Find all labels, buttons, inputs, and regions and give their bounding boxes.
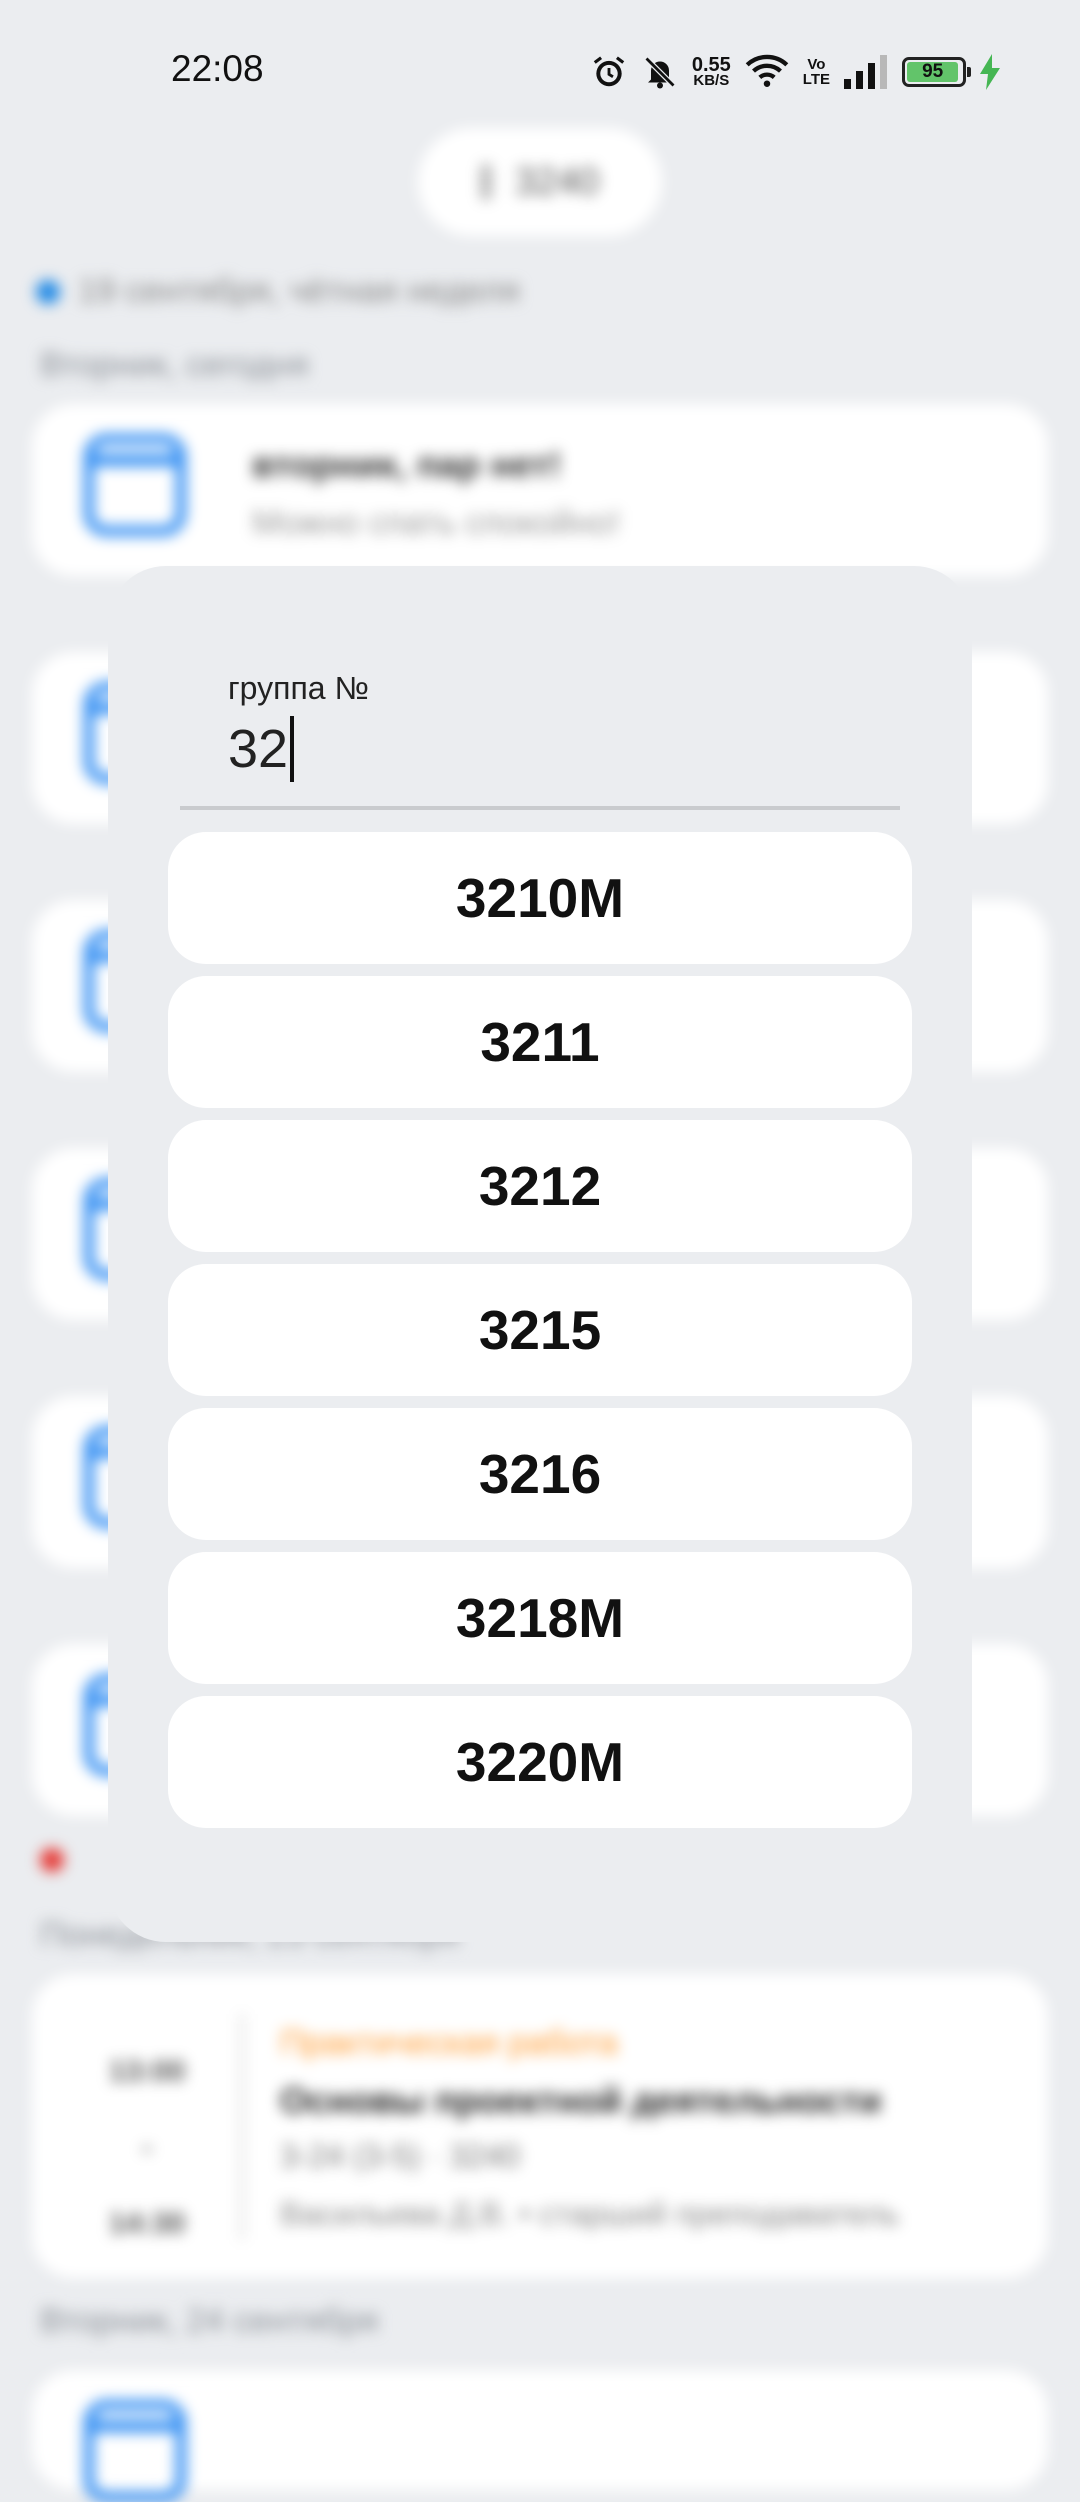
- lesson-type: Практическая работа: [280, 2024, 618, 2062]
- week-dot-icon: [36, 279, 60, 304]
- week-indicator: 19 сентября, чётная неделя: [36, 272, 520, 311]
- charging-icon: [980, 54, 1000, 90]
- mute-icon: [642, 53, 678, 91]
- battery-level: 95: [907, 61, 959, 82]
- volte-icon: Vo LTE: [802, 56, 830, 88]
- group-search-input[interactable]: 32: [228, 714, 295, 784]
- lesson-name: Основы проектной деятельности: [280, 2080, 882, 2121]
- day-label: Вторник, сегодня: [40, 346, 309, 384]
- input-underline: [180, 806, 900, 810]
- lesson-time: 13:00 - 14:30: [108, 2055, 186, 2240]
- lesson-room: 3-24 (3-5) · 3240: [280, 2138, 521, 2174]
- divider: [240, 2014, 244, 2240]
- group-option[interactable]: 3211: [168, 976, 912, 1108]
- group-option[interactable]: 3212: [168, 1120, 912, 1252]
- card-title: вторник, пар нет!: [252, 444, 562, 485]
- schedule-card[interactable]: вторник, пар нет! Можно спать спокойно!: [32, 404, 1048, 576]
- calendar-icon: [84, 434, 186, 536]
- loader-icon: [480, 164, 491, 200]
- group-search-dialog: группа № 32 3210M 3211 3212 3215 3216 32…: [108, 566, 972, 1942]
- day-label: Вторник, 24 сентября: [40, 2302, 379, 2340]
- schedule-card[interactable]: [32, 2370, 1048, 2502]
- group-results-list[interactable]: 3210M 3211 3212 3215 3216 3218M 3220M: [168, 832, 912, 1832]
- week-text: 19 сентября, чётная неделя: [78, 272, 520, 310]
- card-subtitle: Можно спать спокойно!: [252, 504, 621, 542]
- group-option[interactable]: 3218M: [168, 1552, 912, 1684]
- alarm-icon: [590, 53, 628, 91]
- week-dot-icon: [40, 1848, 64, 1872]
- battery-icon: 95: [902, 57, 971, 87]
- group-field-label: группа №: [228, 670, 369, 706]
- status-icons: 0.55 KB/S Vo LTE 95: [590, 50, 1000, 94]
- clock: 22:08: [171, 48, 264, 89]
- wifi-icon: [745, 54, 789, 90]
- group-search-value: 32: [228, 719, 289, 779]
- calendar-icon: [84, 2400, 186, 2502]
- text-cursor: [290, 716, 295, 782]
- status-bar: 22:08 0.55 KB/S Vo LTE 95: [0, 0, 1080, 150]
- group-option[interactable]: 3210M: [168, 832, 912, 964]
- lesson-card[interactable]: 13:00 - 14:30 Практическая работа Основы…: [32, 1974, 1048, 2278]
- group-option[interactable]: 3220M: [168, 1696, 912, 1828]
- group-option[interactable]: 3215: [168, 1264, 912, 1396]
- group-option[interactable]: 3216: [168, 1408, 912, 1540]
- signal-icon: [844, 55, 888, 89]
- group-selector-text: 3240: [514, 160, 600, 203]
- lesson-teacher: Васильева Д.В. • старший преподаватель: [280, 2196, 900, 2232]
- network-speed: 0.55 KB/S: [691, 54, 731, 89]
